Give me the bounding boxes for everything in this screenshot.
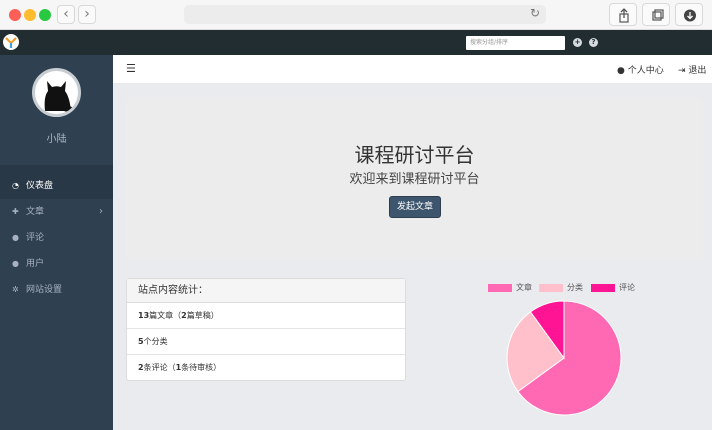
avatar[interactable]	[32, 68, 81, 117]
stats-heading: 站点内容统计：	[127, 279, 405, 303]
main-header: ☰ ● 个人中心 ⇥ 退出	[113, 55, 712, 84]
sidebar-item-comments[interactable]: ● 评论	[0, 225, 113, 251]
tabs-icon[interactable]	[642, 3, 670, 26]
legend-item-articles[interactable]: 文章	[488, 283, 532, 293]
address-bar[interactable]: ↻	[184, 5, 546, 24]
dashboard-icon: ◔	[12, 181, 19, 190]
chevron-right-icon: ›	[99, 206, 103, 217]
profile-link[interactable]: ● 个人中心	[617, 63, 664, 76]
minimize-window-button[interactable]	[24, 9, 36, 21]
legend-swatch	[539, 283, 563, 292]
sidebar-item-articles[interactable]: ✚ 文章 ›	[0, 199, 113, 225]
cogs-icon: ✲	[12, 285, 19, 294]
new-article-button[interactable]: 发起文章	[389, 196, 441, 218]
share-icon[interactable]	[609, 3, 637, 26]
sidebar-item-settings[interactable]: ✲ 网站设置	[0, 277, 113, 303]
legend-swatch	[591, 283, 615, 292]
sidebar: 小陆 ◔ 仪表盘 ✚ 文章 › ● 评论 ● 用户 ✲ 网站设置	[0, 55, 113, 430]
page-title: 课程研讨平台	[354, 143, 475, 167]
forward-icon[interactable]: ›	[78, 5, 96, 24]
list-item: 2条评论（1条待审核）	[138, 363, 222, 372]
back-icon[interactable]: ‹	[57, 5, 75, 24]
list-item: 13篇文章（2篇草稿）	[127, 303, 405, 329]
menu-toggle-icon[interactable]: ☰	[126, 62, 136, 75]
zoom-window-button[interactable]	[39, 9, 51, 21]
page-subtitle: 欢迎来到课程研讨平台	[349, 172, 480, 187]
username: 小陆	[46, 134, 67, 145]
pin-icon: ✚	[12, 207, 19, 216]
sign-out-icon: ⇥	[678, 66, 686, 76]
welcome-jumbotron: 课程研讨平台 欢迎来到课程研讨平台 发起文章	[126, 97, 703, 259]
close-window-button[interactable]	[9, 9, 21, 21]
logout-link[interactable]: ⇥ 退出	[678, 63, 706, 76]
stats-panel: 站点内容统计： 13篇文章（2篇草稿） 5个分类 2条评论（1条待审核）	[126, 278, 406, 381]
comments-icon: ●	[12, 233, 19, 242]
plus-icon[interactable]: +	[573, 38, 582, 47]
sidebar-divider	[0, 165, 113, 173]
app-logo	[3, 34, 19, 50]
legend-swatch	[488, 283, 512, 292]
download-icon[interactable]	[675, 3, 703, 26]
browser-chrome: ‹ › ↻	[0, 0, 712, 30]
top-search-input[interactable]: 搜索分组/排序	[466, 36, 565, 50]
content-pie-chart	[506, 300, 622, 416]
app-topbar: 搜索分组/排序 + ?	[0, 30, 712, 55]
reload-icon[interactable]: ↻	[530, 6, 540, 20]
user-icon: ●	[617, 66, 625, 76]
users-icon: ●	[12, 259, 19, 268]
list-item: 5个分类	[127, 329, 405, 355]
sidebar-item-dashboard[interactable]: ◔ 仪表盘	[0, 173, 113, 199]
sidebar-item-users[interactable]: ● 用户	[0, 251, 113, 277]
legend-item-comments[interactable]: 评论	[591, 283, 635, 293]
legend-item-categories[interactable]: 分类	[539, 283, 583, 293]
help-icon[interactable]: ?	[589, 38, 598, 47]
